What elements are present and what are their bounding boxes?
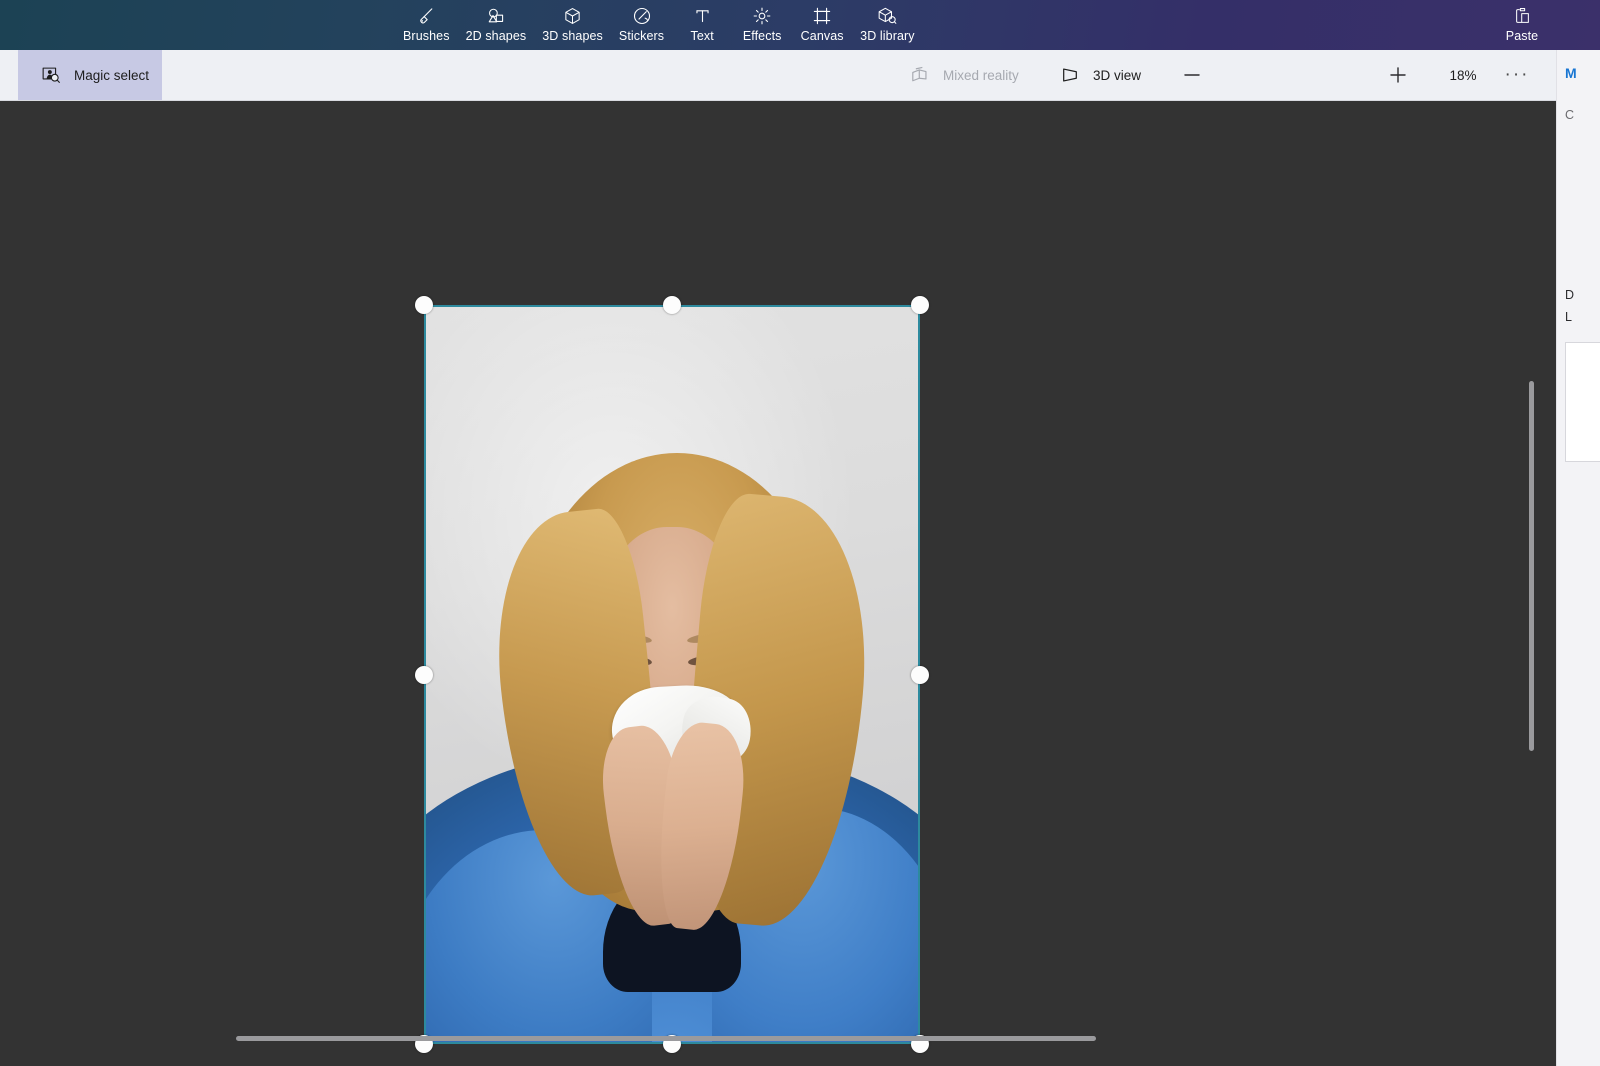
ellipsis-icon: ··· [1505,70,1530,80]
top-ribbon: Brushes 2D shapes [0,0,1600,50]
paint3d-window: Brushes 2D shapes [0,0,1600,1066]
ribbon-item-text[interactable]: Text [672,0,732,50]
right-panel-line-2: L [1565,310,1572,324]
paintbrush-icon [413,5,439,27]
ribbon-item-2d-shapes[interactable]: 2D shapes [458,0,535,50]
canvas-workspace[interactable] [0,101,1556,1066]
ribbon-item-label: 2D shapes [466,29,527,44]
ribbon-item-3d-shapes[interactable]: 3D shapes [534,0,611,50]
right-panel-line-1: D [1565,288,1574,302]
3d-view-button[interactable]: 3D view [1058,50,1141,100]
3d-library-icon [874,5,900,27]
right-panel-preview-box[interactable] [1565,342,1600,462]
ribbon-item-canvas[interactable]: Canvas [792,0,852,50]
ribbon-item-effects[interactable]: Effects [732,0,792,50]
selected-image-object[interactable] [424,305,920,1044]
3d-view-label: 3D view [1093,68,1141,83]
resize-handle-middle-right[interactable] [911,666,929,684]
ribbon-item-label: 3D shapes [542,29,603,44]
magic-select-label: Magic select [74,68,149,83]
paste-button[interactable]: Paste [1492,0,1552,50]
ribbon-tool-group: Brushes 2D shapes [395,0,923,50]
effects-sun-icon [749,5,775,27]
ribbon-item-stickers[interactable]: Stickers [611,0,672,50]
sticker-icon [629,5,655,27]
ribbon-item-label: Canvas [801,29,844,44]
resize-handle-top-right[interactable] [911,296,929,314]
zoom-level-value[interactable]: 18% [1430,50,1496,100]
magic-select-icon [40,65,62,85]
ribbon-item-brushes[interactable]: Brushes [395,0,458,50]
text-icon [689,5,715,27]
right-panel-subtitle: C [1565,108,1574,122]
plus-icon [1388,65,1408,85]
minus-icon [1182,68,1202,82]
3d-view-icon [1058,65,1082,85]
ribbon-item-label: Stickers [619,29,664,44]
horizontal-scrollbar[interactable] [236,1036,1096,1041]
mixed-reality-button[interactable]: Mixed reality [908,50,1019,100]
resize-handle-top-center[interactable] [663,296,681,314]
magic-select-button[interactable]: Magic select [18,50,162,100]
vertical-scrollbar[interactable] [1529,381,1534,751]
resize-handle-top-left[interactable] [415,296,433,314]
mixed-reality-icon [908,65,932,85]
2d-shapes-icon [483,5,509,27]
clipboard-paste-icon [1509,5,1535,27]
right-panel-title: M [1565,65,1577,81]
paste-label: Paste [1506,29,1538,44]
ribbon-item-label: Text [691,29,714,44]
ribbon-item-label: Brushes [403,29,450,44]
resize-handle-middle-left[interactable] [415,666,433,684]
mixed-reality-label: Mixed reality [943,68,1019,83]
ribbon-item-label: 3D library [860,29,915,44]
canvas-crop-icon [809,5,835,27]
zoom-in-button[interactable] [1380,60,1416,90]
more-options-button[interactable]: ··· [1494,50,1540,100]
3d-cube-icon [560,5,586,27]
ribbon-item-label: Effects [743,29,782,44]
right-side-panel[interactable]: M C D L [1556,50,1600,1066]
ribbon-item-3d-library[interactable]: 3D library [852,0,923,50]
canvas-photo[interactable] [424,305,920,1044]
secondary-toolbar: Magic select Mixed reality 3D view [0,50,1556,101]
zoom-out-button[interactable] [1174,60,1210,90]
